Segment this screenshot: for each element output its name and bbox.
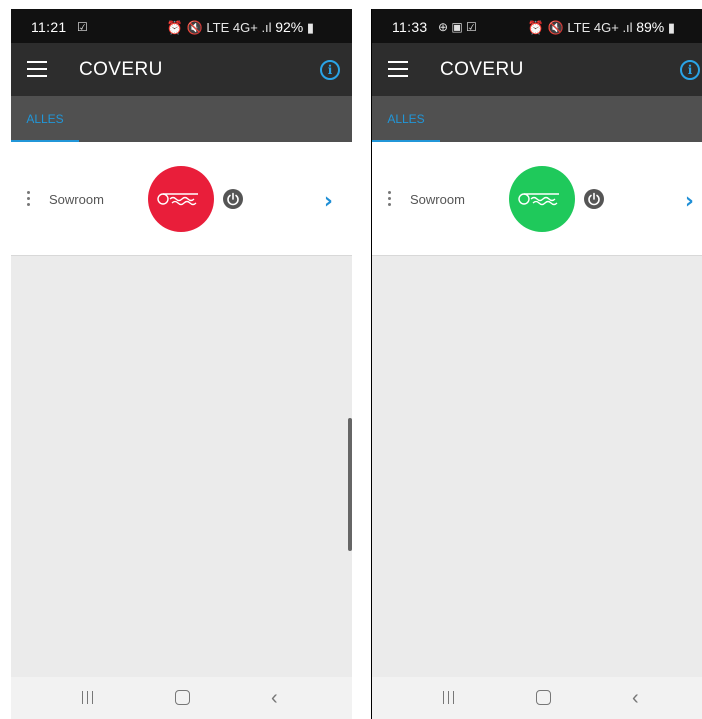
system-nav-bar: ‹	[372, 677, 702, 719]
battery-icon: ▮	[667, 20, 675, 35]
info-icon[interactable]: i	[680, 60, 700, 80]
hamburger-icon[interactable]	[27, 61, 47, 77]
device-row[interactable]: Sowroom ›	[11, 142, 352, 256]
scrollbar-handle[interactable]	[348, 418, 352, 551]
system-nav-bar: ‹	[11, 677, 352, 719]
kebab-icon[interactable]	[388, 191, 392, 209]
info-icon[interactable]: i	[320, 60, 340, 80]
power-icon	[588, 192, 600, 206]
status-system-icons: ⏰ 🔇 LTE 4G+ .ıl 92% ▮	[167, 19, 314, 36]
status-notification-icons: ☑	[77, 20, 88, 34]
chevron-right-icon[interactable]: ›	[324, 189, 333, 214]
tab-bar: ALLES	[372, 96, 702, 142]
home-icon[interactable]	[536, 690, 551, 705]
power-button[interactable]	[223, 189, 243, 209]
app-toolbar: COVERU i	[372, 43, 702, 96]
device-name: Sowroom	[49, 192, 104, 207]
tab-bar: ALLES	[11, 96, 352, 142]
power-icon	[227, 192, 239, 206]
phone-screen-1: 11:21 ☑ ⏰ 🔇 LTE 4G+ .ıl 92% ▮ COVERU i A…	[11, 9, 352, 719]
power-button[interactable]	[584, 189, 604, 209]
chevron-right-icon[interactable]: ›	[685, 189, 694, 214]
battery-percent: 89%	[636, 19, 665, 35]
status-time: 11:33	[392, 19, 428, 35]
signal-icons: ⏰ 🔇 LTE 4G+ .ıl	[527, 20, 633, 35]
back-icon[interactable]: ‹	[271, 687, 278, 710]
pool-cover-icon	[157, 193, 198, 206]
recent-apps-icon[interactable]	[442, 691, 456, 704]
app-title: COVERU	[440, 59, 524, 80]
battery-percent: 92%	[275, 19, 304, 35]
device-name: Sowroom	[410, 192, 465, 207]
app-toolbar: COVERU i	[11, 43, 352, 96]
hamburger-icon[interactable]	[388, 61, 408, 77]
battery-icon: ▮	[306, 20, 314, 35]
home-icon[interactable]	[175, 690, 190, 705]
device-row[interactable]: Sowroom ›	[372, 142, 702, 256]
kebab-icon[interactable]	[27, 191, 31, 209]
cover-status-button[interactable]	[509, 166, 575, 232]
pool-cover-icon	[518, 193, 559, 206]
status-bar: 11:33 ⊕ ▣ ☑ ⏰ 🔇 LTE 4G+ .ıl 89% ▮	[372, 9, 702, 43]
status-time: 11:21	[31, 19, 67, 35]
app-title: COVERU	[79, 59, 163, 80]
recent-apps-icon[interactable]	[81, 691, 95, 704]
status-bar: 11:21 ☑ ⏰ 🔇 LTE 4G+ .ıl 92% ▮	[11, 9, 352, 43]
phone-screen-2: 11:33 ⊕ ▣ ☑ ⏰ 🔇 LTE 4G+ .ıl 89% ▮ COVERU…	[371, 9, 702, 719]
cover-status-button[interactable]	[148, 166, 214, 232]
tab-alles[interactable]: ALLES	[11, 96, 79, 142]
status-notification-icons: ⊕ ▣ ☑	[438, 20, 477, 34]
back-icon[interactable]: ‹	[632, 687, 639, 710]
tab-alles[interactable]: ALLES	[372, 96, 440, 142]
status-system-icons: ⏰ 🔇 LTE 4G+ .ıl 89% ▮	[528, 19, 675, 36]
signal-icons: ⏰ 🔇 LTE 4G+ .ıl	[166, 20, 272, 35]
